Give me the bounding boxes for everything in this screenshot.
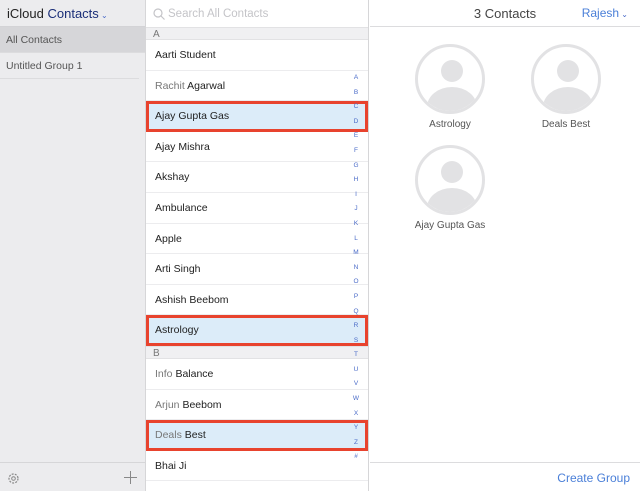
contact-row[interactable]: Ambulance xyxy=(146,193,368,224)
create-group-button[interactable]: Create Group xyxy=(557,471,630,485)
contact-row[interactable]: Arti Singh xyxy=(146,254,368,285)
index-letter[interactable]: R xyxy=(350,322,362,337)
index-letter[interactable]: # xyxy=(350,453,362,468)
section-header: B xyxy=(146,345,368,359)
index-letter[interactable]: Z xyxy=(350,439,362,454)
contact-card[interactable]: Deals Best xyxy=(516,44,616,130)
contact-list: A Aarti Student Rachit Agarwal Ajay Gupta G… xyxy=(146,0,369,491)
contact-card[interactable]: Astrology xyxy=(400,44,500,130)
index-letter[interactable]: T xyxy=(350,351,362,366)
index-letter[interactable]: D xyxy=(350,118,362,133)
index-letter[interactable]: Y xyxy=(350,424,362,439)
add-group-icon[interactable] xyxy=(124,471,137,484)
index-letter[interactable]: V xyxy=(350,380,362,395)
gear-icon[interactable] xyxy=(7,472,20,485)
contact-card-name: Deals Best xyxy=(541,119,591,130)
last-name: Ashish Beebom xyxy=(155,293,229,306)
last-name: Beebom xyxy=(182,398,222,411)
index-letter[interactable]: L xyxy=(350,235,362,250)
search-input[interactable] xyxy=(168,7,358,20)
index-letter[interactable]: P xyxy=(350,293,362,308)
index-letter[interactable]: F xyxy=(350,147,362,162)
last-name: Astrology xyxy=(155,324,199,337)
last-name: Ajay Gupta Gas xyxy=(155,110,230,123)
index-letter[interactable]: O xyxy=(350,278,362,293)
contact-row[interactable]: Apple xyxy=(146,224,368,255)
index-letter[interactable]: X xyxy=(350,410,362,425)
contact-row[interactable]: Rachit Agarwal xyxy=(146,71,368,102)
index-letter[interactable]: Q xyxy=(350,308,362,323)
index-letter[interactable]: E xyxy=(350,132,362,147)
first-name: Deals xyxy=(155,429,182,442)
avatar-icon xyxy=(415,145,485,215)
last-name: Bhai Ji xyxy=(155,459,187,472)
index-letter[interactable]: N xyxy=(350,264,362,279)
search-bar[interactable] xyxy=(146,0,368,27)
first-name: Info xyxy=(155,367,173,380)
last-name: Ambulance xyxy=(155,201,208,214)
last-name: Apple xyxy=(155,232,182,245)
index-letter[interactable]: J xyxy=(350,205,362,220)
last-name: Ajay Mishra xyxy=(155,140,210,153)
index-letter[interactable]: B xyxy=(350,89,362,104)
contact-row[interactable]: Deals Best xyxy=(146,420,368,451)
contact-row[interactable]: Ajay Mishra xyxy=(146,132,368,163)
user-menu[interactable]: Rajesh ⌄ xyxy=(582,0,628,28)
index-letter[interactable]: I xyxy=(350,191,362,206)
contact-detail: 3 Contacts Rajesh ⌄ Astrology Deals Best A… xyxy=(370,0,640,491)
contact-card-name: Astrology xyxy=(429,119,471,130)
first-name: Rachit xyxy=(155,79,185,92)
groups-sidebar: iCloud Contacts ⌄ All Contacts Untitled … xyxy=(0,0,146,491)
app-title[interactable]: iCloud Contacts ⌄ xyxy=(0,0,145,27)
contact-row[interactable]: Bhai Ji xyxy=(146,451,368,482)
group-untitled-1[interactable]: Untitled Group 1 xyxy=(0,53,139,79)
group-all-contacts[interactable]: All Contacts xyxy=(0,27,145,53)
last-name: Akshay xyxy=(155,171,190,184)
index-letter[interactable]: S xyxy=(350,337,362,352)
avatar-icon xyxy=(531,44,601,114)
index-letter[interactable]: K xyxy=(350,220,362,235)
contact-card-name: Ajay Gupta Gas xyxy=(414,220,486,231)
last-name: Best xyxy=(184,429,206,442)
last-name: Arti Singh xyxy=(155,263,201,276)
index-letter[interactable]: U xyxy=(350,366,362,381)
search-icon xyxy=(153,7,165,20)
contact-row[interactable]: Ajay Gupta Gas xyxy=(146,101,368,132)
index-letter[interactable]: A xyxy=(350,74,362,89)
index-letter[interactable]: W xyxy=(350,395,362,410)
last-name: Agarwal xyxy=(187,79,226,92)
first-name: Arjun xyxy=(155,398,180,411)
index-letter[interactable]: G xyxy=(350,162,362,177)
contact-row[interactable]: Info Balance xyxy=(146,359,368,390)
contact-row[interactable]: Astrology xyxy=(146,315,368,346)
contact-row[interactable]: Akshay xyxy=(146,162,368,193)
last-name: Aarti Student xyxy=(155,49,216,61)
avatar-icon xyxy=(415,44,485,114)
chevron-down-icon: ⌄ xyxy=(98,11,108,20)
section-header: A xyxy=(146,27,368,40)
contact-row[interactable]: Arjun Beebom xyxy=(146,390,368,421)
contact-card[interactable]: Ajay Gupta Gas xyxy=(400,145,500,231)
alphabet-index[interactable]: A B C D E F G H I J K L M N O P Q R S T U V W X Y Z # xyxy=(350,74,362,468)
index-letter[interactable]: C xyxy=(350,103,362,118)
contact-row[interactable]: Aarti Student xyxy=(146,40,368,71)
chevron-down-icon: ⌄ xyxy=(619,10,628,19)
last-name: Balance xyxy=(175,367,214,380)
index-letter[interactable]: M xyxy=(350,249,362,264)
index-letter[interactable]: H xyxy=(350,176,362,191)
contact-row[interactable]: Ashish Beebom xyxy=(146,285,368,316)
